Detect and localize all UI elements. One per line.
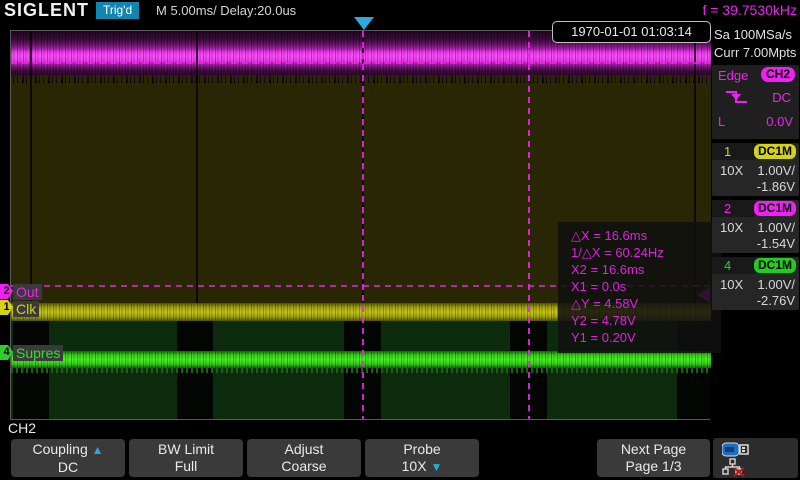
bw-limit-value: Full xyxy=(129,458,243,475)
ch4-trace-noise xyxy=(11,368,711,373)
cursor-delta-y: △Y = 4.58V xyxy=(571,295,721,312)
probe-label: Probe xyxy=(365,441,479,458)
signal-gap-line xyxy=(196,31,198,303)
channel1-scale: 1.00V/ xyxy=(757,163,795,178)
signal-gap-line xyxy=(30,31,32,303)
channel4-coupling-badge: DC1M xyxy=(754,258,796,273)
coupling-label: Coupling xyxy=(32,441,87,457)
channel2-coupling-badge: DC1M xyxy=(754,201,796,216)
usb-icon xyxy=(722,442,750,457)
ch1-clk-noise-edge xyxy=(11,75,711,84)
lan-disconnected-icon xyxy=(722,458,748,477)
datetime-readout: 1970-01-01 01:03:14 xyxy=(552,21,711,43)
cursor-delta-x: △X = 16.6ms xyxy=(571,227,721,244)
cursor-inv-delta-x: 1/△X = 60.24Hz xyxy=(571,244,721,261)
channel4-scale: 1.00V/ xyxy=(757,277,795,292)
oscilloscope-screen: SIGLENT Trig'd M 5.00ms/ Delay:20.0us f … xyxy=(0,0,800,480)
channel2-offset: -1.54V xyxy=(757,236,795,251)
cursor-x1: X1 = 0.0s xyxy=(571,278,721,295)
channel2-info-box[interactable]: 2 DC1M 10X 1.00V/ -1.54V xyxy=(712,200,799,253)
channel4-info-box[interactable]: 4 DC1M 10X 1.00V/ -2.76V xyxy=(712,257,799,310)
sample-rate-readout: Sa 100MSa/s xyxy=(714,27,792,42)
down-arrow-icon: ▼ xyxy=(430,460,442,474)
channel2-scale: 1.00V/ xyxy=(757,220,795,235)
trigger-info-box[interactable]: Edge CH2 DC L 0.0V xyxy=(712,65,799,139)
channel1-coupling-badge: DC1M xyxy=(754,144,796,159)
next-page-label: Next Page xyxy=(597,441,710,458)
page-indicator: Page 1/3 xyxy=(597,458,710,475)
coupling-button[interactable]: Coupling ▲ DC xyxy=(11,439,125,477)
probe-value: 10X xyxy=(402,458,427,474)
adjust-value: Coarse xyxy=(247,458,361,475)
adjust-label: Adjust xyxy=(247,441,361,458)
timebase-readout: M 5.00ms/ Delay:20.0us xyxy=(156,3,296,18)
next-page-button[interactable]: Next Page Page 1/3 xyxy=(597,439,710,477)
up-arrow-icon: ▲ xyxy=(92,443,104,457)
bw-limit-button[interactable]: BW Limit Full xyxy=(129,439,243,477)
channel4-tab xyxy=(712,257,756,274)
bw-limit-label: BW Limit xyxy=(129,441,243,458)
channel1-info-box[interactable]: 1 DC1M 10X 1.00V/ -1.86V xyxy=(712,143,799,196)
trigger-level-prefix: L xyxy=(718,114,725,129)
channel4-number: 4 xyxy=(724,258,731,273)
channel1-number: 1 xyxy=(724,144,731,159)
coupling-value: DC xyxy=(11,459,125,476)
channel1-offset: -1.86V xyxy=(757,179,795,194)
channel4-offset: -2.76V xyxy=(757,293,795,308)
trigger-position-marker[interactable] xyxy=(354,17,374,30)
channel1-probe: 10X xyxy=(720,163,743,178)
frequency-counter: f = 39.7530kHz xyxy=(702,2,797,18)
probe-button[interactable]: Probe 10X ▼ xyxy=(365,439,479,477)
ch4-supres-trace xyxy=(11,351,711,368)
trigger-status-badge: Trig'd xyxy=(96,2,139,19)
channel1-tab xyxy=(712,143,756,160)
adjust-button[interactable]: Adjust Coarse xyxy=(247,439,361,477)
ch4-trace-label: Supres xyxy=(13,345,63,361)
cursor-measurement-panel: △X = 16.6ms 1/△X = 60.24Hz X2 = 16.6ms X… xyxy=(558,222,721,353)
cursor-x2-line[interactable] xyxy=(528,31,530,419)
falling-edge-icon xyxy=(725,88,749,106)
cursor-x1-line[interactable] xyxy=(362,31,364,419)
trigger-type-label: Edge xyxy=(718,68,748,83)
cursor-y2-line[interactable] xyxy=(11,62,711,64)
trigger-level-value: 0.0V xyxy=(766,114,793,129)
ch1-trace-label: Clk xyxy=(13,301,39,317)
cursor-y2: Y2 = 4.78V xyxy=(571,312,721,329)
status-icon-panel xyxy=(713,438,798,478)
brand-logo: SIGLENT xyxy=(4,0,89,21)
ch2-trace-label: Out xyxy=(13,284,42,300)
cursor-x2: X2 = 16.6ms xyxy=(571,261,721,278)
trigger-source-badge: CH2 xyxy=(761,67,795,82)
channel2-probe: 10X xyxy=(720,220,743,235)
memory-depth-readout: Curr 7.00Mpts xyxy=(714,45,796,60)
channel2-tab xyxy=(712,200,756,217)
channel2-number: 2 xyxy=(724,201,731,216)
active-menu-channel: CH2 xyxy=(8,420,36,436)
trigger-coupling-label: DC xyxy=(772,90,791,105)
cursor-y1: Y1 = 0.20V xyxy=(571,329,721,346)
channel4-probe: 10X xyxy=(720,277,743,292)
